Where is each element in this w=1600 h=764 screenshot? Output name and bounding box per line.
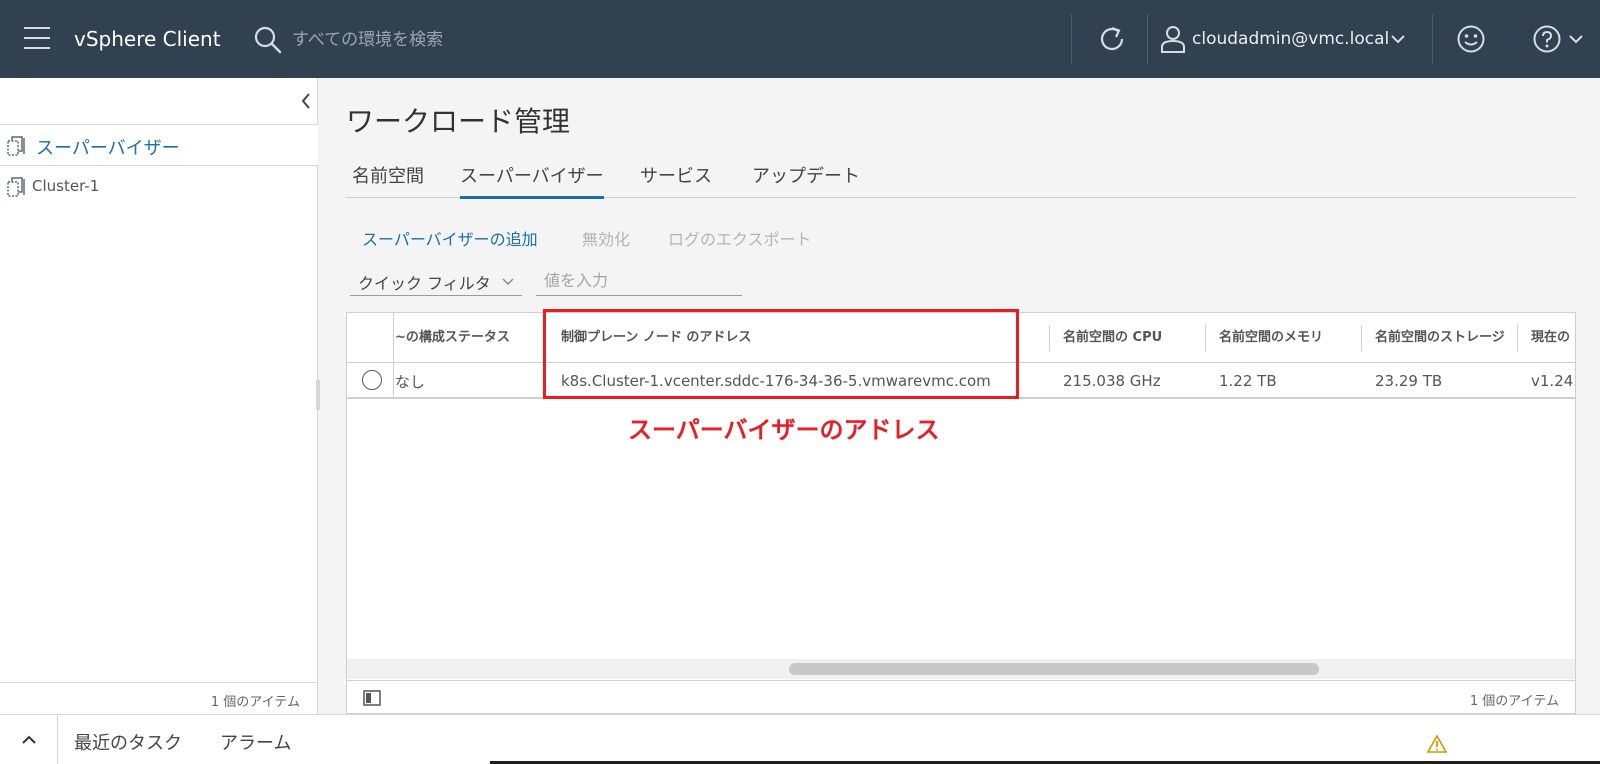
user-icon bbox=[1161, 26, 1185, 53]
inventory-panel: スーパーバイザー Cluster-1 1 個のアイテム bbox=[0, 78, 318, 714]
menu-icon[interactable] bbox=[24, 27, 50, 49]
filter-value-input[interactable] bbox=[536, 266, 742, 296]
export-logs-button[interactable]: ログのエクスポート bbox=[668, 226, 812, 250]
item-count: 1 個のアイテム bbox=[1469, 694, 1559, 709]
quick-filter-select[interactable]: クイック フィルタ bbox=[350, 266, 522, 296]
column-header-current-version[interactable]: 現在の bbox=[1519, 313, 1575, 363]
header-divider bbox=[1432, 14, 1433, 64]
panel-resize-handle[interactable] bbox=[316, 380, 320, 410]
cell-namespace-storage: 23.29 TB bbox=[1375, 372, 1443, 390]
cluster-icon bbox=[7, 177, 25, 197]
help-icon[interactable] bbox=[1532, 24, 1562, 54]
tab-services[interactable]: サービス bbox=[640, 162, 712, 196]
column-divider[interactable] bbox=[1205, 325, 1206, 351]
chevron-down-icon bbox=[502, 278, 514, 285]
chevron-up-icon bbox=[22, 735, 36, 744]
column-header-config-status[interactable]: ~の構成ステータス bbox=[383, 313, 543, 363]
global-search-input[interactable] bbox=[292, 24, 672, 56]
header-divider bbox=[1071, 14, 1072, 64]
cell-namespace-memory: 1.22 TB bbox=[1219, 372, 1277, 390]
column-divider[interactable] bbox=[1361, 325, 1362, 351]
column-header-namespace-storage[interactable]: 名前空間のストレージ bbox=[1363, 313, 1513, 363]
tab-bar: 名前空間 スーパーバイザー サービス アップデート bbox=[346, 150, 1576, 199]
row-select-radio[interactable] bbox=[362, 370, 382, 390]
refresh-icon[interactable] bbox=[1095, 22, 1129, 56]
tab-supervisors[interactable]: スーパーバイザー bbox=[460, 162, 604, 199]
expand-panel-button[interactable] bbox=[0, 715, 58, 764]
chevron-down-icon[interactable] bbox=[1390, 31, 1406, 47]
tree-item-supervisor[interactable]: スーパーバイザー bbox=[0, 124, 318, 166]
annotation-highlight-box bbox=[543, 309, 1019, 399]
smiley-feedback-icon[interactable] bbox=[1456, 24, 1486, 54]
app-title: vSphere Client bbox=[74, 27, 221, 51]
tab-namespaces[interactable]: 名前空間 bbox=[352, 162, 424, 196]
search-icon bbox=[254, 26, 282, 54]
cell-config-status: なし bbox=[395, 372, 426, 391]
tree-item-label: Cluster-1 bbox=[32, 177, 100, 195]
tab-recent-tasks[interactable]: 最近のタスク bbox=[74, 729, 182, 755]
cell-current-version: v1.24. bbox=[1531, 372, 1576, 390]
horizontal-scrollbar[interactable] bbox=[347, 659, 1575, 679]
column-header-namespace-cpu[interactable]: 名前空間の CPU bbox=[1051, 313, 1201, 363]
page-title: ワークロード管理 bbox=[346, 105, 571, 138]
tab-alarms[interactable]: アラーム bbox=[220, 729, 291, 755]
column-header-namespace-memory[interactable]: 名前空間のメモリ bbox=[1207, 313, 1357, 363]
user-menu[interactable]: cloudadmin@vmc.local bbox=[1192, 29, 1389, 49]
column-divider[interactable] bbox=[1049, 325, 1050, 351]
column-toggle-icon[interactable] bbox=[363, 690, 381, 706]
disable-button[interactable]: 無効化 bbox=[582, 226, 630, 250]
tree-item-cluster[interactable]: Cluster-1 bbox=[0, 170, 318, 204]
cluster-icon bbox=[7, 136, 25, 156]
chevron-down-icon[interactable] bbox=[1568, 31, 1584, 47]
quick-filter-label: クイック フィルタ bbox=[358, 274, 491, 293]
add-supervisor-button[interactable]: スーパーバイザーの追加 bbox=[362, 226, 538, 250]
inventory-footer: 1 個のアイテム bbox=[0, 682, 318, 714]
item-count: 1 個のアイテム bbox=[210, 695, 300, 710]
bottom-task-bar: 最近のタスク アラーム bbox=[0, 714, 1600, 764]
cell-namespace-cpu: 215.038 GHz bbox=[1063, 372, 1161, 390]
warning-icon[interactable] bbox=[1427, 735, 1447, 753]
annotation-label: スーパーバイザーのアドレス bbox=[628, 416, 940, 444]
tree-item-label: スーパーバイザー bbox=[36, 138, 180, 159]
tab-updates[interactable]: アップデート bbox=[752, 162, 860, 196]
chevron-left-icon[interactable] bbox=[298, 92, 314, 110]
header-divider bbox=[1147, 14, 1148, 64]
scrollbar-thumb[interactable] bbox=[789, 663, 1319, 675]
top-header: vSphere Client cloudadmin@vmc.local bbox=[0, 0, 1600, 78]
grid-footer: 1 個のアイテム bbox=[347, 680, 1575, 713]
column-divider[interactable] bbox=[1517, 325, 1518, 351]
